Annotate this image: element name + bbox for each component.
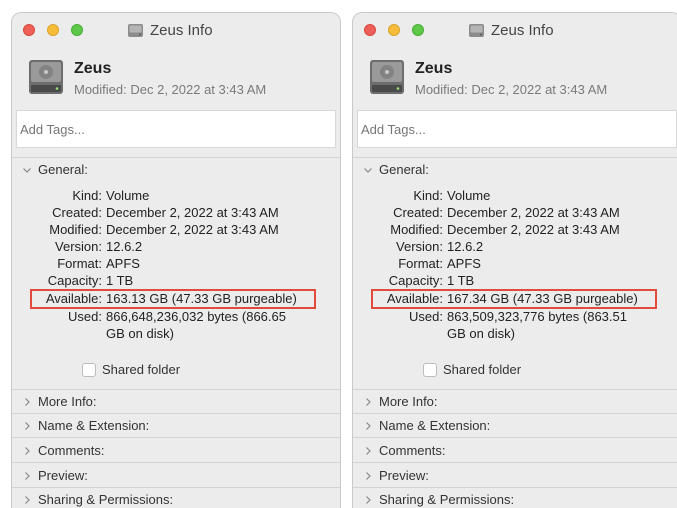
divider — [12, 157, 340, 158]
minimize-button[interactable] — [47, 24, 59, 36]
divider — [353, 487, 677, 488]
chevron-right-icon — [25, 421, 30, 430]
tags-input[interactable] — [357, 110, 677, 148]
section-comments[interactable]: Comments: — [363, 443, 445, 458]
info-header: Zeus Modified: Dec 2, 2022 at 3:43 AM — [12, 47, 340, 111]
section-name-extension[interactable]: Name & Extension: — [22, 418, 149, 433]
zoom-button[interactable] — [412, 24, 424, 36]
close-button[interactable] — [23, 24, 35, 36]
modified-summary: Modified: Dec 2, 2022 at 3:43 AM — [415, 82, 608, 97]
disk-icon — [469, 23, 484, 37]
disk-icon — [29, 60, 63, 94]
info-window: Zeus Info Zeus Modified: Dec 2, 2022 at … — [11, 12, 341, 508]
section-preview[interactable]: Preview: — [22, 468, 88, 483]
divider — [353, 462, 677, 463]
divider — [12, 462, 340, 463]
chevron-right-icon — [366, 421, 371, 430]
section-name-extension[interactable]: Name & Extension: — [363, 418, 490, 433]
window-title-text: Zeus Info — [150, 21, 213, 39]
chevron-down-icon — [364, 167, 372, 173]
divider — [353, 413, 677, 414]
chevron-right-icon — [25, 446, 30, 455]
section-more-info[interactable]: More Info: — [363, 394, 438, 409]
divider — [12, 389, 340, 390]
disk-icon — [128, 23, 143, 37]
divider — [12, 437, 340, 438]
section-sharing-permissions[interactable]: Sharing & Permissions: — [22, 492, 173, 507]
shared-folder-label: Shared folder — [443, 362, 522, 377]
divider — [353, 389, 677, 390]
window-title-text: Zeus Info — [491, 21, 554, 39]
tags-input[interactable] — [16, 110, 336, 148]
divider — [353, 157, 677, 158]
title-bar[interactable]: Zeus Info — [12, 13, 340, 47]
title-bar[interactable]: Zeus Info — [353, 13, 677, 47]
shared-folder-option[interactable]: Shared folder — [82, 362, 180, 377]
window-title: Zeus Info — [468, 20, 554, 40]
window-title: Zeus Info — [127, 20, 213, 40]
chevron-right-icon — [25, 397, 30, 406]
section-label: General: — [379, 162, 429, 177]
zoom-button[interactable] — [71, 24, 83, 36]
section-general[interactable]: General: — [22, 162, 88, 177]
section-preview[interactable]: Preview: — [363, 468, 429, 483]
disk-icon — [370, 60, 404, 94]
section-general[interactable]: General: — [363, 162, 429, 177]
divider — [353, 437, 677, 438]
chevron-right-icon — [25, 495, 30, 504]
minimize-button[interactable] — [388, 24, 400, 36]
volume-name: Zeus — [74, 60, 112, 77]
shared-folder-checkbox[interactable] — [82, 362, 96, 377]
divider — [12, 487, 340, 488]
section-label: General: — [38, 162, 88, 177]
chevron-right-icon — [366, 397, 371, 406]
section-comments[interactable]: Comments: — [22, 443, 104, 458]
chevron-right-icon — [25, 471, 30, 480]
section-more-info[interactable]: More Info: — [22, 394, 97, 409]
shared-folder-checkbox[interactable] — [423, 362, 437, 377]
chevron-down-icon — [23, 167, 31, 173]
shared-folder-option[interactable]: Shared folder — [423, 362, 521, 377]
shared-folder-label: Shared folder — [102, 362, 181, 377]
modified-summary: Modified: Dec 2, 2022 at 3:43 AM — [74, 82, 267, 97]
info-window: Zeus Info Zeus Modified: Dec 2, 2022 at … — [352, 12, 677, 508]
divider — [12, 413, 340, 414]
chevron-right-icon — [366, 471, 371, 480]
chevron-right-icon — [366, 446, 371, 455]
chevron-right-icon — [366, 495, 371, 504]
section-sharing-permissions[interactable]: Sharing & Permissions: — [363, 492, 514, 507]
close-button[interactable] — [364, 24, 376, 36]
info-header: Zeus Modified: Dec 2, 2022 at 3:43 AM — [353, 47, 677, 111]
volume-name: Zeus — [415, 60, 453, 77]
